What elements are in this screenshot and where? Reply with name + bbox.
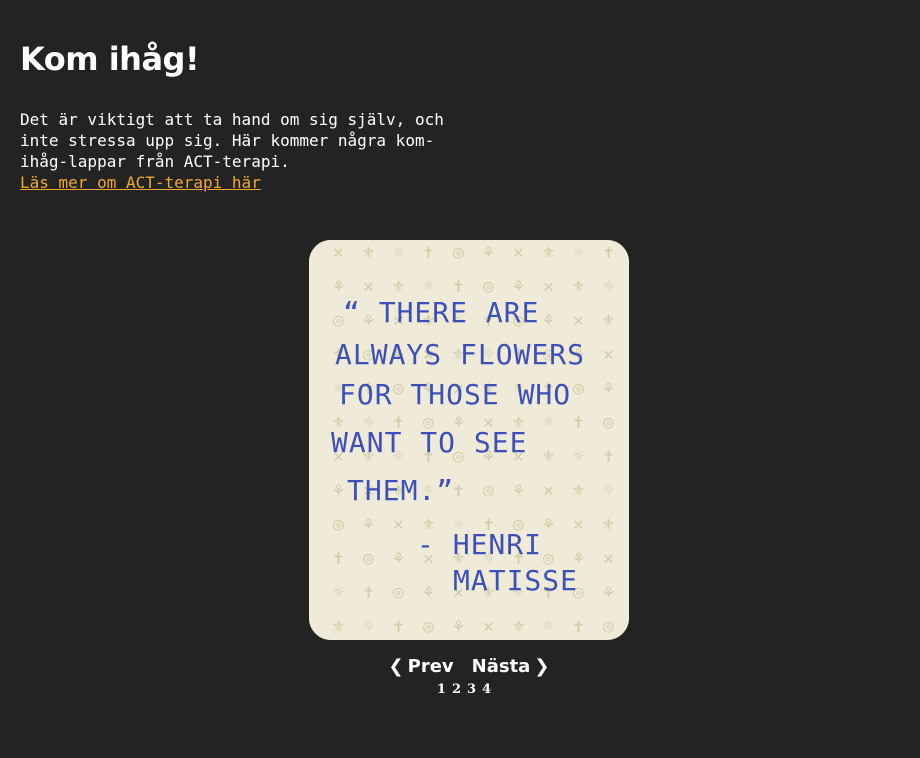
page-title: Kom ihåg! <box>20 40 200 78</box>
pattern-glyph: ◎ <box>423 616 434 637</box>
pattern-glyph: ⚜ <box>573 480 584 501</box>
pattern-glyph: ⚜ <box>393 276 404 297</box>
pattern-glyph: ◎ <box>363 548 374 569</box>
quote-author: MATISSE <box>453 564 578 597</box>
pattern-glyph: ⚘ <box>603 582 614 603</box>
chevron-right-icon: ❯ <box>534 656 550 677</box>
pattern-glyph: ☼ <box>543 616 554 637</box>
pattern-glyph: ◎ <box>603 412 614 433</box>
pattern-glyph: ✝ <box>393 616 404 637</box>
pattern-glyph: ⚘ <box>393 548 404 569</box>
pattern-glyph: ✝ <box>423 242 434 263</box>
carousel-pager: ❮ Prev Nästa ❯ 1 2 3 4 <box>0 656 920 697</box>
page-link-4[interactable]: 4 <box>482 682 491 697</box>
page-numbers: 1 2 3 4 <box>8 682 920 697</box>
quote-line: THEM.” <box>347 474 454 507</box>
pattern-glyph: ✝ <box>603 446 614 467</box>
pattern-glyph: ⚜ <box>573 276 584 297</box>
pattern-glyph: ✕ <box>513 242 524 263</box>
pattern-glyph: ⚘ <box>483 242 494 263</box>
pattern-glyph: ✕ <box>543 480 554 501</box>
quote-card-image: ✕ ⚜ ☼ ✝ ◎ ⚘ ✕ ⚜ ☼ ✝ ◎ ⚘ ✕ ⚜ ☼ ✝ ◎ ⚘ ✕ ⚜ ☼ ✝ ◎ ⚘ ✕ ⚜ ☼ ✝ ◎ ⚘ ✕ ⚜ ☼ ✝ ◎ ⚘ ✕ ⚜ ☼ ✝… <box>309 240 629 640</box>
pattern-glyph: ⚘ <box>543 514 554 535</box>
quote-line: FOR THOSE WHO <box>339 378 571 411</box>
pattern-glyph: ✕ <box>363 276 374 297</box>
pattern-glyph: ⚘ <box>333 480 344 501</box>
pattern-glyph: ⚜ <box>603 514 614 535</box>
pattern-glyph: ⚜ <box>513 616 524 637</box>
pattern-glyph: ✕ <box>603 344 614 365</box>
pattern-glyph: ◎ <box>483 480 494 501</box>
quote-card-svg: ✕ ⚜ ☼ ✝ ◎ ⚘ ✕ ⚜ ☼ ✝ ◎ ⚘ ✕ ⚜ ☼ ✝ ◎ ⚘ ✕ ⚜ ☼ ✝ ◎ ⚘ ✕ ⚜ ☼ ✝ ◎ ⚘ ✕ ⚜ ☼ ✝ ◎ ⚘ ✕ ⚜ ☼ ✝… <box>309 240 629 640</box>
pattern-glyph: ✕ <box>603 548 614 569</box>
pattern-glyph: ✝ <box>453 276 464 297</box>
pattern-glyph: ✕ <box>393 514 404 535</box>
pattern-glyph: ⚘ <box>603 378 614 399</box>
pattern-glyph: ◎ <box>393 582 404 603</box>
pattern-glyph: ☼ <box>543 412 554 433</box>
intro-text: Det är viktigt att ta hand om sig själv,… <box>20 110 444 171</box>
pattern-glyph: ✝ <box>573 412 584 433</box>
pattern-glyph: ⚘ <box>363 514 374 535</box>
pattern-glyph: ☼ <box>333 582 344 603</box>
pattern-glyph: ✝ <box>333 548 344 569</box>
prev-label: Prev <box>407 656 454 677</box>
pattern-glyph: ☼ <box>423 276 434 297</box>
pattern-glyph: ☼ <box>573 446 584 467</box>
pattern-glyph: ⚜ <box>333 616 344 637</box>
pattern-glyph: ✝ <box>363 582 374 603</box>
pattern-glyph: ⚜ <box>363 242 374 263</box>
pattern-glyph: ⚜ <box>543 446 554 467</box>
pattern-glyph: ⚘ <box>423 582 434 603</box>
pattern-glyph: ✕ <box>483 616 494 637</box>
quote-line: “ THERE ARE <box>343 296 539 329</box>
pattern-glyph: ☼ <box>363 616 374 637</box>
pattern-glyph: ⚜ <box>543 242 554 263</box>
page-link-1[interactable]: 1 <box>437 682 446 697</box>
pattern-glyph: ☼ <box>393 242 404 263</box>
act-therapy-link[interactable]: Läs mer om ACT-terapi här <box>20 172 261 193</box>
pattern-glyph: ⚜ <box>603 310 614 331</box>
pattern-glyph: ☼ <box>603 276 614 297</box>
pattern-glyph: ✝ <box>603 242 614 263</box>
next-label: Nästa <box>471 656 531 677</box>
prev-button[interactable]: ❮ Prev <box>389 656 454 677</box>
pattern-glyph: ⚘ <box>513 480 524 501</box>
quote-line: WANT TO SEE <box>331 426 527 459</box>
pattern-glyph: ✕ <box>333 242 344 263</box>
pattern-glyph: ⚘ <box>513 276 524 297</box>
pattern-glyph: ◎ <box>483 276 494 297</box>
page-link-3[interactable]: 3 <box>467 682 476 697</box>
pattern-glyph: ⚘ <box>453 616 464 637</box>
pattern-glyph: ☼ <box>603 480 614 501</box>
pattern-glyph: ✕ <box>573 514 584 535</box>
quote-line: ALWAYS FLOWERS <box>335 338 585 371</box>
pattern-glyph: ✝ <box>573 616 584 637</box>
pattern-glyph: ⚘ <box>543 310 554 331</box>
pattern-glyph: ◎ <box>333 514 344 535</box>
pattern-glyph: ✝ <box>453 480 464 501</box>
chevron-left-icon: ❮ <box>388 656 404 677</box>
quote-author: - HENRI <box>417 528 542 561</box>
next-button[interactable]: Nästa ❯ <box>472 656 550 677</box>
pattern-glyph: ✕ <box>543 276 554 297</box>
pattern-glyph: ◎ <box>603 616 614 637</box>
pattern-glyph: ☼ <box>573 242 584 263</box>
pattern-glyph: ◎ <box>453 242 464 263</box>
pattern-glyph: ⚘ <box>333 276 344 297</box>
page-link-2[interactable]: 2 <box>452 682 461 697</box>
pattern-glyph: ◎ <box>573 378 584 399</box>
pattern-glyph: ✕ <box>573 310 584 331</box>
